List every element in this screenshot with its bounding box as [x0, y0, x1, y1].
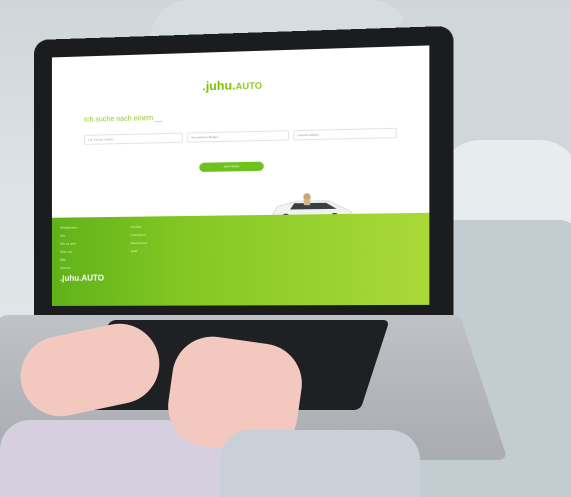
laptop-lid: .juhu.AUTO Ich suche nach einem __ z.B. … — [34, 25, 454, 321]
footer-link[interactable]: Kontakt — [131, 223, 148, 231]
photo-scene: .juhu.AUTO Ich suche nach einem __ z.B. … — [0, 0, 571, 497]
site-logo: .juhu.AUTO — [202, 77, 262, 93]
footer-links-left: Privatkunden Info Wie es geht Über uns H… — [60, 223, 78, 271]
footer-link[interactable]: Karriere — [60, 264, 78, 272]
footer-logo: .juhu.AUTO — [59, 273, 105, 283]
footer-link[interactable]: Hilfe — [60, 256, 78, 264]
footer-link[interactable]: Datenschutz — [131, 239, 148, 247]
search-fields: z.B. Kombi, Cabrio Monatliches Budget La… — [84, 127, 397, 145]
footer-link[interactable]: AGB — [131, 247, 148, 255]
footer-link[interactable]: Privatkunden — [60, 223, 78, 231]
footer-link[interactable]: Info — [60, 232, 78, 240]
laptop-screen: .juhu.AUTO Ich suche nach einem __ z.B. … — [51, 45, 430, 306]
term-field[interactable]: Laufzeit wählen — [292, 127, 397, 141]
vehicle-type-field[interactable]: z.B. Kombi, Cabrio — [84, 132, 184, 145]
logo-suffix-text: AUTO — [235, 80, 263, 92]
logo-main-text: .juhu. — [202, 78, 236, 94]
search-button[interactable]: Jetzt finden — [199, 161, 264, 173]
footer-link[interactable]: Wie es geht — [60, 240, 78, 248]
footer-links-right: Kontakt Impressum Datenschutz AGB — [131, 223, 148, 256]
footer-link[interactable]: Über uns — [60, 248, 78, 256]
footer-link[interactable]: Impressum — [131, 231, 148, 239]
budget-field[interactable]: Monatliches Budget — [187, 130, 289, 143]
sleeve — [220, 430, 420, 497]
search-headline: Ich suche nach einem __ — [84, 114, 164, 124]
site-footer: Privatkunden Info Wie es geht Über uns H… — [51, 212, 430, 306]
